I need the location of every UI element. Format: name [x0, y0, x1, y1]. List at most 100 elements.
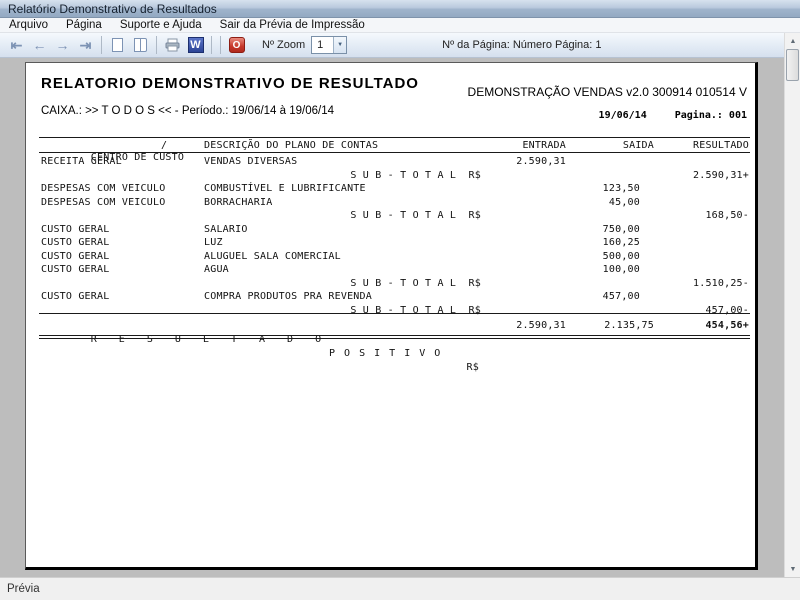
report-rows: RECEITA GERAL VENDAS DIVERSAS 2.590,31 S…	[41, 155, 750, 317]
cell-resultado: 168,50-	[654, 209, 749, 223]
toolbar-separator	[220, 36, 221, 54]
col-header-centro: CENTRO DE CUSTO /	[41, 140, 204, 152]
rule-double-bottom	[39, 335, 750, 339]
cell-resultado	[654, 182, 749, 196]
printer-icon	[165, 38, 180, 52]
cell-resultado	[654, 263, 749, 277]
cell-centro: CUSTO GERAL	[41, 223, 204, 237]
result-row: R E S U L T A D O P O S I T I V O R$ 2.5…	[41, 319, 750, 333]
cell-resultado	[654, 236, 749, 250]
cell-descricao: SALARIO	[204, 223, 481, 237]
single-page-view-button[interactable]	[106, 35, 129, 55]
cell-entrada	[481, 304, 566, 318]
cell-saida	[566, 277, 654, 291]
cell-centro: CUSTO GERAL	[41, 263, 204, 277]
cell-saida: 160,25	[566, 236, 654, 250]
menu-item-arquivo[interactable]: Arquivo	[0, 18, 57, 32]
window-title: Relatório Demonstrativo de Resultados	[8, 2, 217, 16]
cell-entrada	[481, 263, 566, 277]
last-page-button[interactable]: ⇥	[74, 35, 97, 55]
print-button[interactable]	[161, 35, 184, 55]
next-page-button[interactable]: →	[51, 35, 74, 55]
cell-resultado: 457,00-	[654, 304, 749, 318]
zoom-value: 1	[312, 37, 333, 53]
scroll-down-icon[interactable]: ▼	[785, 561, 800, 577]
subtotal-row: S U B - T O T A L R$ 457,00-	[41, 304, 750, 318]
chevron-down-icon[interactable]: ▼	[333, 37, 346, 53]
menu-item-pagina[interactable]: Página	[57, 18, 111, 32]
report-filter-line: CAIXA.: >> T O D O S << - Período.: 19/0…	[41, 105, 334, 117]
col-header-resultado: RESULTADO	[654, 140, 749, 152]
cell-entrada	[481, 182, 566, 196]
rule-top	[39, 137, 750, 138]
toolbar-separator	[211, 36, 212, 54]
cell-entrada	[481, 236, 566, 250]
subtotal-row: S U B - T O T A L R$ 1.510,25-	[41, 277, 750, 291]
title-bar: Relatório Demonstrativo de Resultados	[0, 0, 800, 18]
two-page-view-button[interactable]	[129, 35, 152, 55]
col-header-descricao: DESCRIÇÃO DO PLANO DE CONTAS	[204, 140, 481, 152]
status-bar: Prévia	[0, 577, 800, 600]
zoom-select[interactable]: 1 ▼	[311, 36, 347, 54]
table-row: DESPESAS COM VEICULO COMBUSTÍVEL E LUBRI…	[41, 182, 750, 196]
prev-page-button[interactable]: ←	[28, 35, 51, 55]
table-row: CUSTO GERAL AGUA 100,00	[41, 263, 750, 277]
menu-item-sair-previa[interactable]: Sair da Prévia de Impressão	[211, 18, 374, 32]
last-page-icon: ⇥	[80, 38, 92, 52]
cell-centro: CUSTO GERAL	[41, 250, 204, 264]
scroll-up-icon[interactable]: ▲	[785, 33, 800, 49]
cell-entrada: 2.590,31	[481, 155, 566, 169]
toolbar: ⇤ ← → ⇥ W O Nº Zoom 1 ▼ Nº da Página: Nú…	[0, 33, 800, 58]
result-status: P O S I T I V O	[329, 347, 442, 361]
single-page-icon	[112, 38, 123, 52]
cell-centro	[41, 304, 204, 318]
cell-centro	[41, 277, 204, 291]
cell-centro: CUSTO GERAL	[41, 236, 204, 250]
table-row: CUSTO GERAL LUZ 160,25	[41, 236, 750, 250]
cell-saida	[566, 155, 654, 169]
menu-item-suporte[interactable]: Suporte e Ajuda	[111, 18, 211, 32]
col-header-slash: /	[161, 140, 167, 152]
cell-descricao: COMPRA PRODUTOS PRA REVENDA	[204, 290, 481, 304]
cell-descricao: S U B - T O T A L R$	[204, 169, 481, 183]
vertical-scrollbar[interactable]: ▲ ▼	[784, 33, 800, 577]
table-row: CUSTO GERAL ALUGUEL SALA COMERCIAL 500,0…	[41, 250, 750, 264]
cell-entrada	[481, 209, 566, 223]
cell-descricao: COMBUSTÍVEL E LUBRIFICANTE	[204, 182, 481, 196]
cell-centro	[41, 169, 204, 183]
table-header: CENTRO DE CUSTO / DESCRIÇÃO DO PLANO DE …	[41, 140, 750, 152]
first-page-button[interactable]: ⇤	[5, 35, 28, 55]
cell-saida	[566, 304, 654, 318]
menu-bar: Arquivo Página Suporte e Ajuda Sair da P…	[0, 18, 800, 33]
cell-resultado: 2.590,31+	[654, 169, 749, 183]
result-saida: 2.135,75	[566, 319, 654, 333]
export-word-button[interactable]: W	[184, 35, 207, 55]
next-page-icon: →	[56, 38, 70, 52]
report-page: RELATORIO DEMONSTRATIVO DE RESULTADO DEM…	[25, 62, 758, 570]
cell-saida	[566, 169, 654, 183]
cell-resultado	[654, 223, 749, 237]
exit-preview-button[interactable]: O	[225, 35, 248, 55]
cell-resultado	[654, 290, 749, 304]
zoom-label: Nº Zoom	[262, 39, 305, 51]
report-title: RELATORIO DEMONSTRATIVO DE RESULTADO	[41, 75, 419, 92]
cell-saida	[566, 209, 654, 223]
cell-entrada	[481, 250, 566, 264]
power-icon: O	[229, 37, 245, 53]
cell-saida: 457,00	[566, 290, 654, 304]
cell-saida: 500,00	[566, 250, 654, 264]
cell-entrada	[481, 169, 566, 183]
report-date-page: 19/06/14 Pagina.: 001	[599, 110, 747, 121]
cell-centro: DESPESAS COM VEICULO	[41, 196, 204, 210]
scrollbar-thumb[interactable]	[786, 49, 799, 81]
cell-entrada	[481, 290, 566, 304]
rule-header-bottom	[39, 152, 750, 153]
two-page-icon	[134, 38, 147, 52]
result-entrada: 2.590,31	[481, 319, 566, 333]
result-resultado: 454,56+	[654, 319, 749, 333]
cell-resultado	[654, 196, 749, 210]
report-date: 19/06/14	[599, 110, 647, 121]
cell-descricao: VENDAS DIVERSAS	[204, 155, 481, 169]
cell-descricao: ALUGUEL SALA COMERCIAL	[204, 250, 481, 264]
cell-descricao: S U B - T O T A L R$	[204, 277, 481, 291]
